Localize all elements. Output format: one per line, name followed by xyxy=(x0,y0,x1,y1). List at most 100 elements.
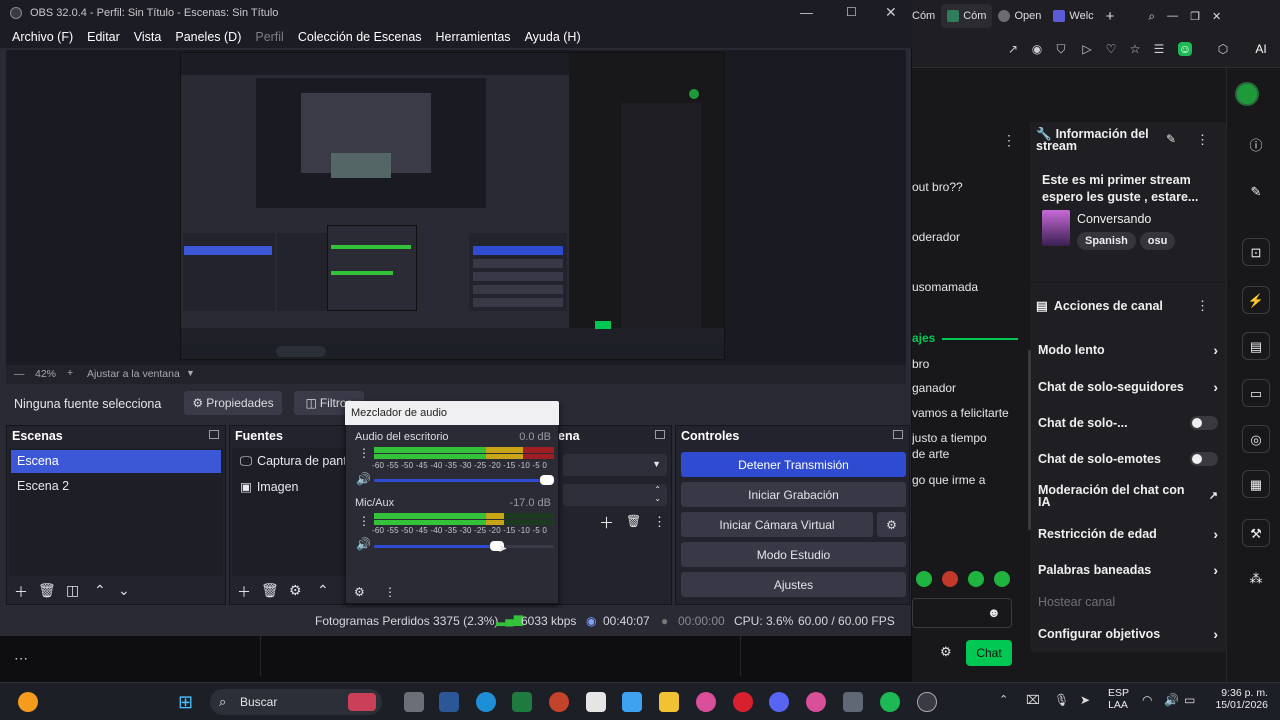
start-icon[interactable]: ⊞ xyxy=(178,692,198,712)
store-icon[interactable] xyxy=(586,692,606,712)
add-icon[interactable]: ＋ xyxy=(14,582,28,602)
location-icon[interactable]: ➤ xyxy=(1080,693,1090,707)
camera-icon[interactable]: ◉ xyxy=(1030,42,1044,56)
list-icon[interactable]: ☰ xyxy=(1152,42,1166,56)
more-icon[interactable]: ⋮ xyxy=(358,514,370,528)
broadcast-icon[interactable]: ◎ xyxy=(1242,425,1270,453)
action-age-restriction[interactable]: Restricción de edad › xyxy=(1038,526,1218,542)
spotify-icon[interactable] xyxy=(880,692,900,712)
volume-slider[interactable] xyxy=(374,541,554,551)
settings-icon[interactable] xyxy=(843,692,863,712)
scene-item[interactable]: Escena 2 xyxy=(11,475,221,498)
tag-pill[interactable]: Spanish xyxy=(1077,232,1136,250)
source-item[interactable]: ▣ Imagen xyxy=(234,475,346,498)
menu-profile[interactable]: Perfil xyxy=(255,30,283,44)
add-icon[interactable]: ＋ xyxy=(599,512,614,533)
more-options-icon[interactable]: ⋯ xyxy=(14,650,28,667)
virtual-camera-settings-button[interactable]: ⚙ xyxy=(877,512,906,537)
trash-icon[interactable]: 🗑 xyxy=(626,514,641,528)
folder-icon[interactable] xyxy=(659,692,679,712)
duration-spinbox[interactable]: ⌃ ⌄ xyxy=(563,484,667,506)
edit-icon[interactable]: ✎ xyxy=(1166,132,1176,146)
more-icon[interactable]: ⋮ xyxy=(358,446,370,460)
preview-canvas[interactable] xyxy=(180,52,725,360)
osu-icon[interactable] xyxy=(806,692,826,712)
start-virtual-camera-button[interactable]: Iniciar Cámara Virtual xyxy=(681,512,873,537)
action-ai-moderation[interactable]: Moderación del chat con IA ↗ xyxy=(1038,484,1218,509)
document-icon[interactable]: ▤ xyxy=(1242,332,1270,360)
share-icon[interactable]: ↗ xyxy=(1006,42,1020,56)
opera-icon[interactable] xyxy=(733,692,753,712)
taskbar-search[interactable]: ⌕ Buscar xyxy=(210,689,382,715)
extension-icon[interactable]: ⬡ xyxy=(1216,42,1230,56)
gear-icon[interactable]: ⚙ xyxy=(289,582,302,599)
browser-tab[interactable]: Welc xyxy=(1047,4,1099,28)
chat-send-button[interactable]: Chat xyxy=(966,640,1012,666)
emoji-icon[interactable]: ☻ xyxy=(987,605,1001,620)
language-indicator[interactable]: ESP LAA xyxy=(1108,687,1129,711)
pencil-icon[interactable]: ✎ xyxy=(1242,178,1270,206)
shield-icon[interactable]: ⛉ xyxy=(1054,42,1068,56)
fit-to-window-label[interactable]: Ajustar a la ventana xyxy=(87,368,180,380)
trash-icon[interactable]: 🗑 xyxy=(261,582,279,599)
action-emotes-only[interactable]: Chat de solo-emotes xyxy=(1038,452,1218,466)
undock-icon[interactable] xyxy=(893,430,903,439)
excel-icon[interactable] xyxy=(512,692,532,712)
chat-bubble-icon[interactable]: ▭ xyxy=(1242,379,1270,407)
task-view-icon[interactable] xyxy=(404,692,424,712)
weather-icon[interactable] xyxy=(18,692,38,712)
stop-streaming-button[interactable]: Detener Transmisión xyxy=(681,452,906,477)
restore-button[interactable]: ❐ xyxy=(1184,4,1206,28)
tray-icon[interactable]: ⌧ xyxy=(1026,693,1040,707)
menu-edit[interactable]: Editar xyxy=(87,30,120,44)
action-slow-mode[interactable]: Modo lento › xyxy=(1038,342,1218,358)
volume-slider[interactable] xyxy=(374,475,554,485)
browser-tab[interactable]: Cóm xyxy=(912,4,941,28)
camera-icon[interactable]: ⊡ xyxy=(1242,238,1270,266)
chevron-down-icon[interactable]: ⌄ xyxy=(118,582,130,599)
action-banned-words[interactable]: Palabras baneadas › xyxy=(1038,562,1218,578)
profile-avatar[interactable] xyxy=(1235,82,1259,106)
action-goals[interactable]: Configurar objetivos › xyxy=(1038,626,1218,642)
undock-icon[interactable] xyxy=(655,430,665,439)
properties-button[interactable]: ⚙ Propiedades xyxy=(184,391,282,415)
lightning-icon[interactable]: ⚡ xyxy=(1242,286,1270,314)
scene-item[interactable]: Escena xyxy=(11,450,221,473)
volume-icon[interactable]: 🔊 xyxy=(1164,693,1179,707)
start-recording-button[interactable]: Iniciar Grabación xyxy=(681,482,906,507)
toggle-switch[interactable] xyxy=(1190,416,1218,430)
zoom-out-button[interactable]: — xyxy=(14,368,25,380)
heart-icon[interactable]: ♡ xyxy=(1104,42,1118,56)
undock-icon[interactable] xyxy=(209,430,219,439)
mixer-settings-icon[interactable]: ⚙ xyxy=(354,585,365,599)
clock[interactable]: 9:36 p. m. 15/01/2026 xyxy=(1214,687,1268,711)
studio-mode-button[interactable]: Modo Estudio xyxy=(681,542,906,567)
menu-help[interactable]: Ayuda (H) xyxy=(525,30,581,44)
speaker-icon[interactable]: 🔊 xyxy=(356,472,371,486)
zoom-in-button[interactable]: + xyxy=(67,367,73,379)
new-tab-button[interactable]: + xyxy=(1100,4,1121,28)
menu-file[interactable]: Archivo (F) xyxy=(12,30,73,44)
close-button[interactable]: ✕ xyxy=(885,4,897,21)
speaker-icon[interactable]: 🔊 xyxy=(356,537,371,551)
microphone-icon[interactable]: 🎙 xyxy=(1054,693,1069,707)
menu-docks[interactable]: Paneles (D) xyxy=(175,30,241,44)
more-icon[interactable]: ⋮ xyxy=(1196,132,1209,148)
obs-icon[interactable] xyxy=(917,692,937,712)
profile-icon[interactable]: ☺ xyxy=(1178,42,1192,56)
play-icon[interactable]: ▷ xyxy=(1080,42,1094,56)
slider-handle[interactable] xyxy=(540,475,554,485)
maximize-button[interactable]: ☐ xyxy=(846,5,857,19)
transition-select[interactable]: ▼ xyxy=(563,454,667,476)
scrollbar[interactable] xyxy=(1028,350,1031,530)
menu-tools[interactable]: Herramientas xyxy=(436,30,511,44)
action-followers-only[interactable]: Chat de solo-seguidores › xyxy=(1038,379,1218,395)
filter-icon[interactable]: ◫ xyxy=(66,582,79,599)
copilot-icon[interactable] xyxy=(622,692,642,712)
browser-search-icon[interactable]: ⌕ xyxy=(1142,4,1161,28)
more-icon[interactable]: ⋮ xyxy=(384,585,396,599)
tag-pill[interactable]: osu xyxy=(1139,232,1176,250)
add-icon[interactable]: ＋ xyxy=(237,582,251,602)
minimize-button[interactable]: — xyxy=(800,5,813,20)
action-subs-only[interactable]: Chat de solo-... xyxy=(1038,416,1218,430)
